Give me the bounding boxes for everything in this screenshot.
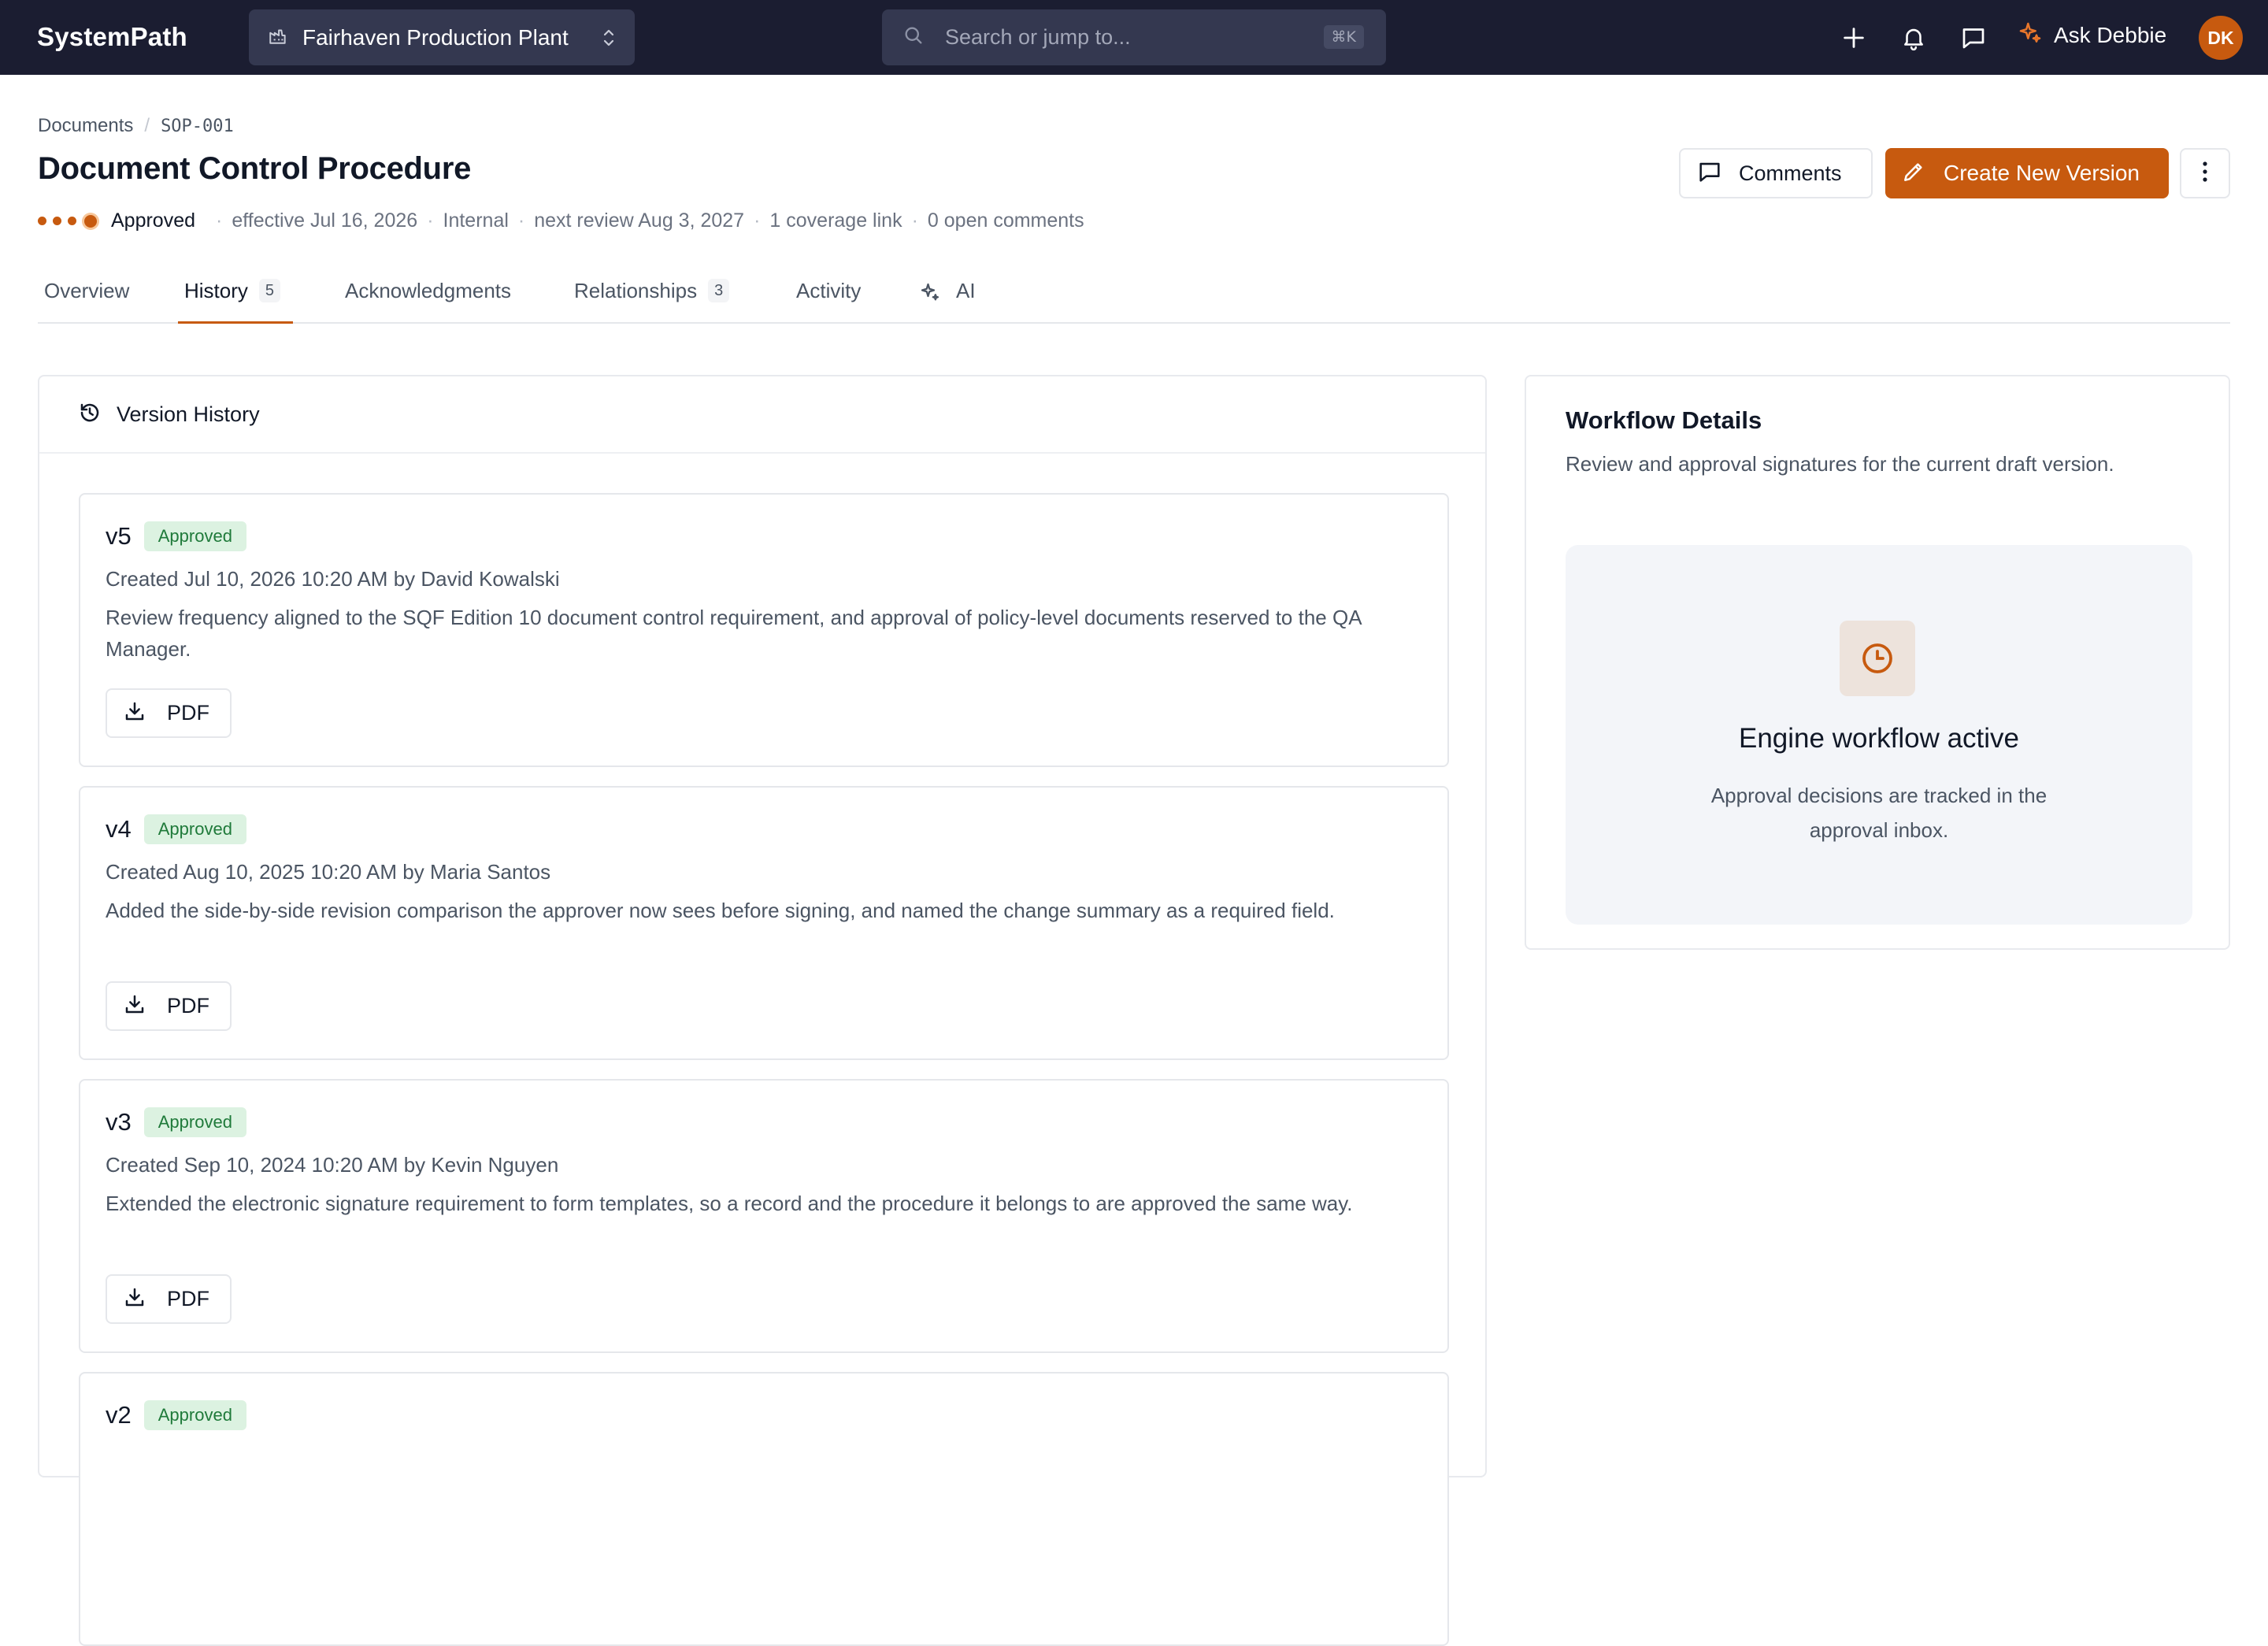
comment-icon: [1696, 158, 1723, 189]
version-number: v3: [106, 1108, 132, 1136]
download-pdf-button[interactable]: PDF: [106, 1274, 232, 1324]
search-icon: [902, 24, 925, 50]
tab-history[interactable]: History 5: [178, 265, 294, 324]
status-badge: Approved: [143, 521, 246, 551]
document-meta: Approved · effective Jul 16, 2026 · Inte…: [38, 209, 1084, 232]
tab-bar: Overview History 5 Acknowledgments Relat…: [38, 265, 2230, 324]
sparkle-icon: [918, 280, 942, 310]
status-badge: Approved: [143, 1400, 246, 1430]
tab-relationships[interactable]: Relationships 3: [574, 265, 730, 324]
workflow-details-subtitle: Review and approval signatures for the c…: [1566, 452, 2114, 476]
coverage-link[interactable]: 1 coverage link: [769, 209, 902, 232]
pdf-label: PDF: [167, 1287, 209, 1310]
open-comments-count[interactable]: 0 open comments: [928, 209, 1084, 232]
version-number: v5: [106, 522, 132, 550]
tab-label: Acknowledgments: [345, 279, 511, 302]
classification: Internal: [443, 209, 509, 232]
download-icon: [123, 1285, 146, 1313]
tab-activity[interactable]: Activity: [796, 265, 861, 324]
workflow-details-panel: Workflow Details Review and approval sig…: [1525, 375, 2230, 950]
version-created: Created Aug 10, 2025 10:20 AM by Maria S…: [106, 860, 551, 884]
status-badge: Approved: [143, 814, 246, 844]
message-icon[interactable]: [1958, 22, 1989, 54]
breadcrumb-current: SOP-001: [161, 116, 234, 136]
top-bar: SystemPath Fairhaven Production Plant Se…: [0, 0, 2268, 75]
next-review-date: next review Aug 3, 2027: [534, 209, 745, 232]
create-new-version-label: Create New Version: [1944, 161, 2140, 185]
tab-count-badge: 3: [708, 279, 730, 302]
site-switcher-label: Fairhaven Production Plant: [302, 24, 569, 50]
version-history-title: Version History: [117, 402, 260, 426]
version-created: Created Sep 10, 2024 10:20 AM by Kevin N…: [106, 1153, 559, 1177]
ask-debbie-label: Ask Debbie: [2054, 22, 2167, 47]
download-pdf-button[interactable]: PDF: [106, 688, 232, 738]
history-icon: [77, 400, 102, 429]
download-icon: [123, 699, 146, 727]
search-shortcut-hint: ⌘K: [1323, 25, 1364, 49]
version-history-header: Version History: [39, 376, 1485, 454]
tab-acknowledgments[interactable]: Acknowledgments: [345, 265, 511, 324]
pdf-label: PDF: [167, 994, 209, 1018]
version-number: v4: [106, 815, 132, 843]
sparkle-icon: [2018, 20, 2043, 50]
page-title: Document Control Procedure: [38, 151, 472, 186]
factory-icon: [268, 25, 288, 50]
workflow-status-box: Engine workflow active Approval decision…: [1566, 545, 2192, 925]
version-card: v3 Approved Created Sep 10, 2024 10:20 A…: [79, 1079, 1449, 1353]
download-pdf-button[interactable]: PDF: [106, 981, 232, 1031]
vertical-dots-icon: [2202, 161, 2208, 187]
workflow-state-heading: Engine workflow active: [1739, 723, 2019, 754]
version-created: Created Jul 10, 2026 10:20 AM by David K…: [106, 567, 560, 591]
version-number: v2: [106, 1401, 132, 1429]
status-progress-indicator: [38, 214, 97, 228]
breadcrumb: Documents / SOP-001: [38, 115, 234, 137]
tab-label: Activity: [796, 279, 862, 302]
tab-label: Overview: [44, 279, 130, 302]
comments-button[interactable]: Comments: [1679, 148, 1873, 198]
tab-label: Relationships: [574, 279, 698, 302]
version-history-panel: Version History v5 Approved Created Jul …: [38, 375, 1487, 1646]
status-badge: Approved: [143, 1107, 246, 1137]
comments-button-label: Comments: [1739, 161, 1842, 185]
tab-count-badge: 5: [258, 279, 281, 302]
status-badge: Approved: [111, 209, 196, 232]
brand-logo[interactable]: SystemPath: [37, 22, 187, 52]
tab-label: AI: [956, 279, 976, 302]
version-summary: Added the side-by-side revision comparis…: [106, 899, 1335, 922]
tab-ai[interactable]: AI: [918, 265, 976, 324]
breadcrumb-documents-link[interactable]: Documents: [38, 115, 133, 137]
version-card: v4 Approved Created Aug 10, 2025 10:20 A…: [79, 786, 1449, 1060]
tab-label: History: [184, 279, 248, 302]
tab-overview[interactable]: Overview: [44, 265, 129, 324]
pencil-icon: [1901, 159, 1926, 188]
plus-icon[interactable]: [1838, 22, 1870, 54]
version-summary: Review frequency aligned to the SQF Edit…: [106, 606, 1362, 661]
create-new-version-button[interactable]: Create New Version: [1885, 148, 2169, 198]
avatar[interactable]: DK: [2199, 16, 2243, 60]
search-placeholder: Search or jump to...: [945, 25, 1131, 49]
workflow-state-text: Approval decisions are tracked in the ap…: [1710, 784, 2048, 842]
version-card: v2 Approved: [79, 1372, 1449, 1646]
pdf-label: PDF: [167, 701, 209, 725]
ask-debbie-button[interactable]: Ask Debbie: [2018, 20, 2166, 50]
download-icon: [123, 992, 146, 1020]
workflow-details-title: Workflow Details: [1566, 406, 1762, 434]
site-switcher[interactable]: Fairhaven Production Plant: [249, 9, 635, 65]
clock-icon: [1840, 621, 1915, 696]
bell-icon[interactable]: [1898, 22, 1929, 54]
search-input[interactable]: Search or jump to... ⌘K: [882, 9, 1386, 65]
version-summary: Extended the electronic signature requir…: [106, 1192, 1353, 1215]
effective-date: effective Jul 16, 2026: [232, 209, 418, 232]
version-card: v5 Approved Created Jul 10, 2026 10:20 A…: [79, 493, 1449, 767]
more-options-button[interactable]: [2180, 148, 2230, 198]
chevron-up-down-icon: [600, 27, 617, 53]
breadcrumb-separator: /: [144, 115, 150, 136]
